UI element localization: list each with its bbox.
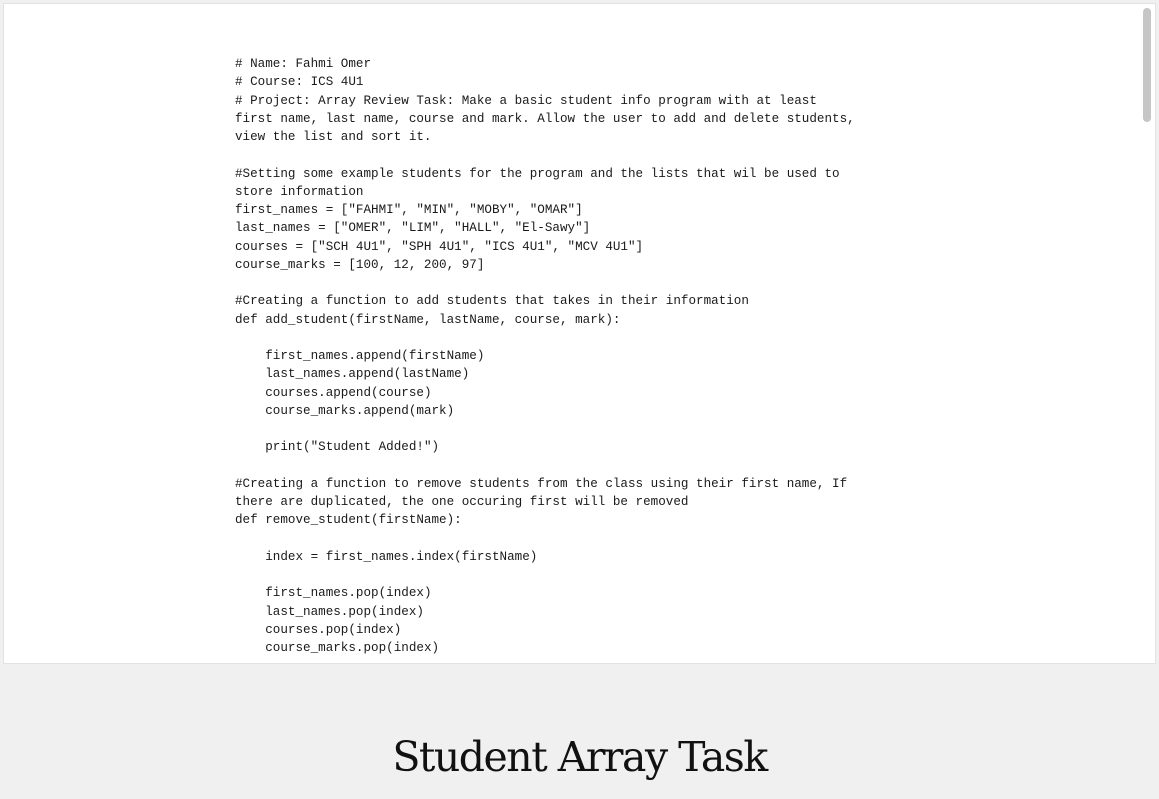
code-line: course_marks = [100, 12, 200, 97] [235, 257, 485, 272]
code-block: # Name: Fahmi Omer # Course: ICS 4U1 # Pro… [235, 55, 935, 657]
code-line: first_names.append(firstName) [235, 349, 485, 363]
code-line: index = first_names.index(firstName) [235, 549, 538, 564]
code-line: #Setting some example students for the p… [235, 166, 840, 181]
code-line: # Course: ICS 4U1 [235, 75, 364, 90]
code-line: first_names = ["FAHMI", "MIN", "MOBY", "… [235, 203, 583, 217]
code-line: def remove_student(firstName): [235, 513, 462, 528]
code-line: #Creating a function to add students tha… [235, 294, 749, 309]
code-line: print("Student Added!") [235, 440, 440, 455]
page-title: Student Array Task [392, 733, 768, 781]
code-line: first name, last name, course and mark. … [235, 111, 855, 126]
code-line: view the list and sort it. [235, 130, 432, 144]
code-line: def add_student(firstName, lastName, cou… [235, 312, 621, 327]
scrollbar-thumb[interactable] [1143, 8, 1151, 122]
code-line: courses = ["SCH 4U1", "SPH 4U1", "ICS 4U… [235, 239, 644, 254]
code-line: last_names.append(lastName) [235, 367, 470, 382]
code-line: # Project: Array Review Task: Make a bas… [235, 93, 817, 108]
code-line: courses.append(course) [235, 385, 432, 400]
code-line: first_names.pop(index) [235, 586, 432, 601]
code-line: there are duplicated, the one occuring f… [235, 495, 689, 509]
code-line: last_names = ["OMER", "LIM", "HALL", "El… [235, 221, 591, 236]
code-line: course_marks.append(mark) [235, 403, 455, 418]
code-line: course_marks.pop(index) [235, 641, 440, 655]
code-embed-frame[interactable]: # Name: Fahmi Omer # Course: ICS 4U1 # Pro… [3, 3, 1156, 664]
code-line: courses.pop(index) [235, 622, 402, 637]
code-line: last_names.pop(index) [235, 604, 424, 619]
code-line: store information [235, 184, 364, 199]
code-line: #Creating a function to remove students … [235, 476, 848, 491]
code-line: # Name: Fahmi Omer [235, 57, 372, 71]
